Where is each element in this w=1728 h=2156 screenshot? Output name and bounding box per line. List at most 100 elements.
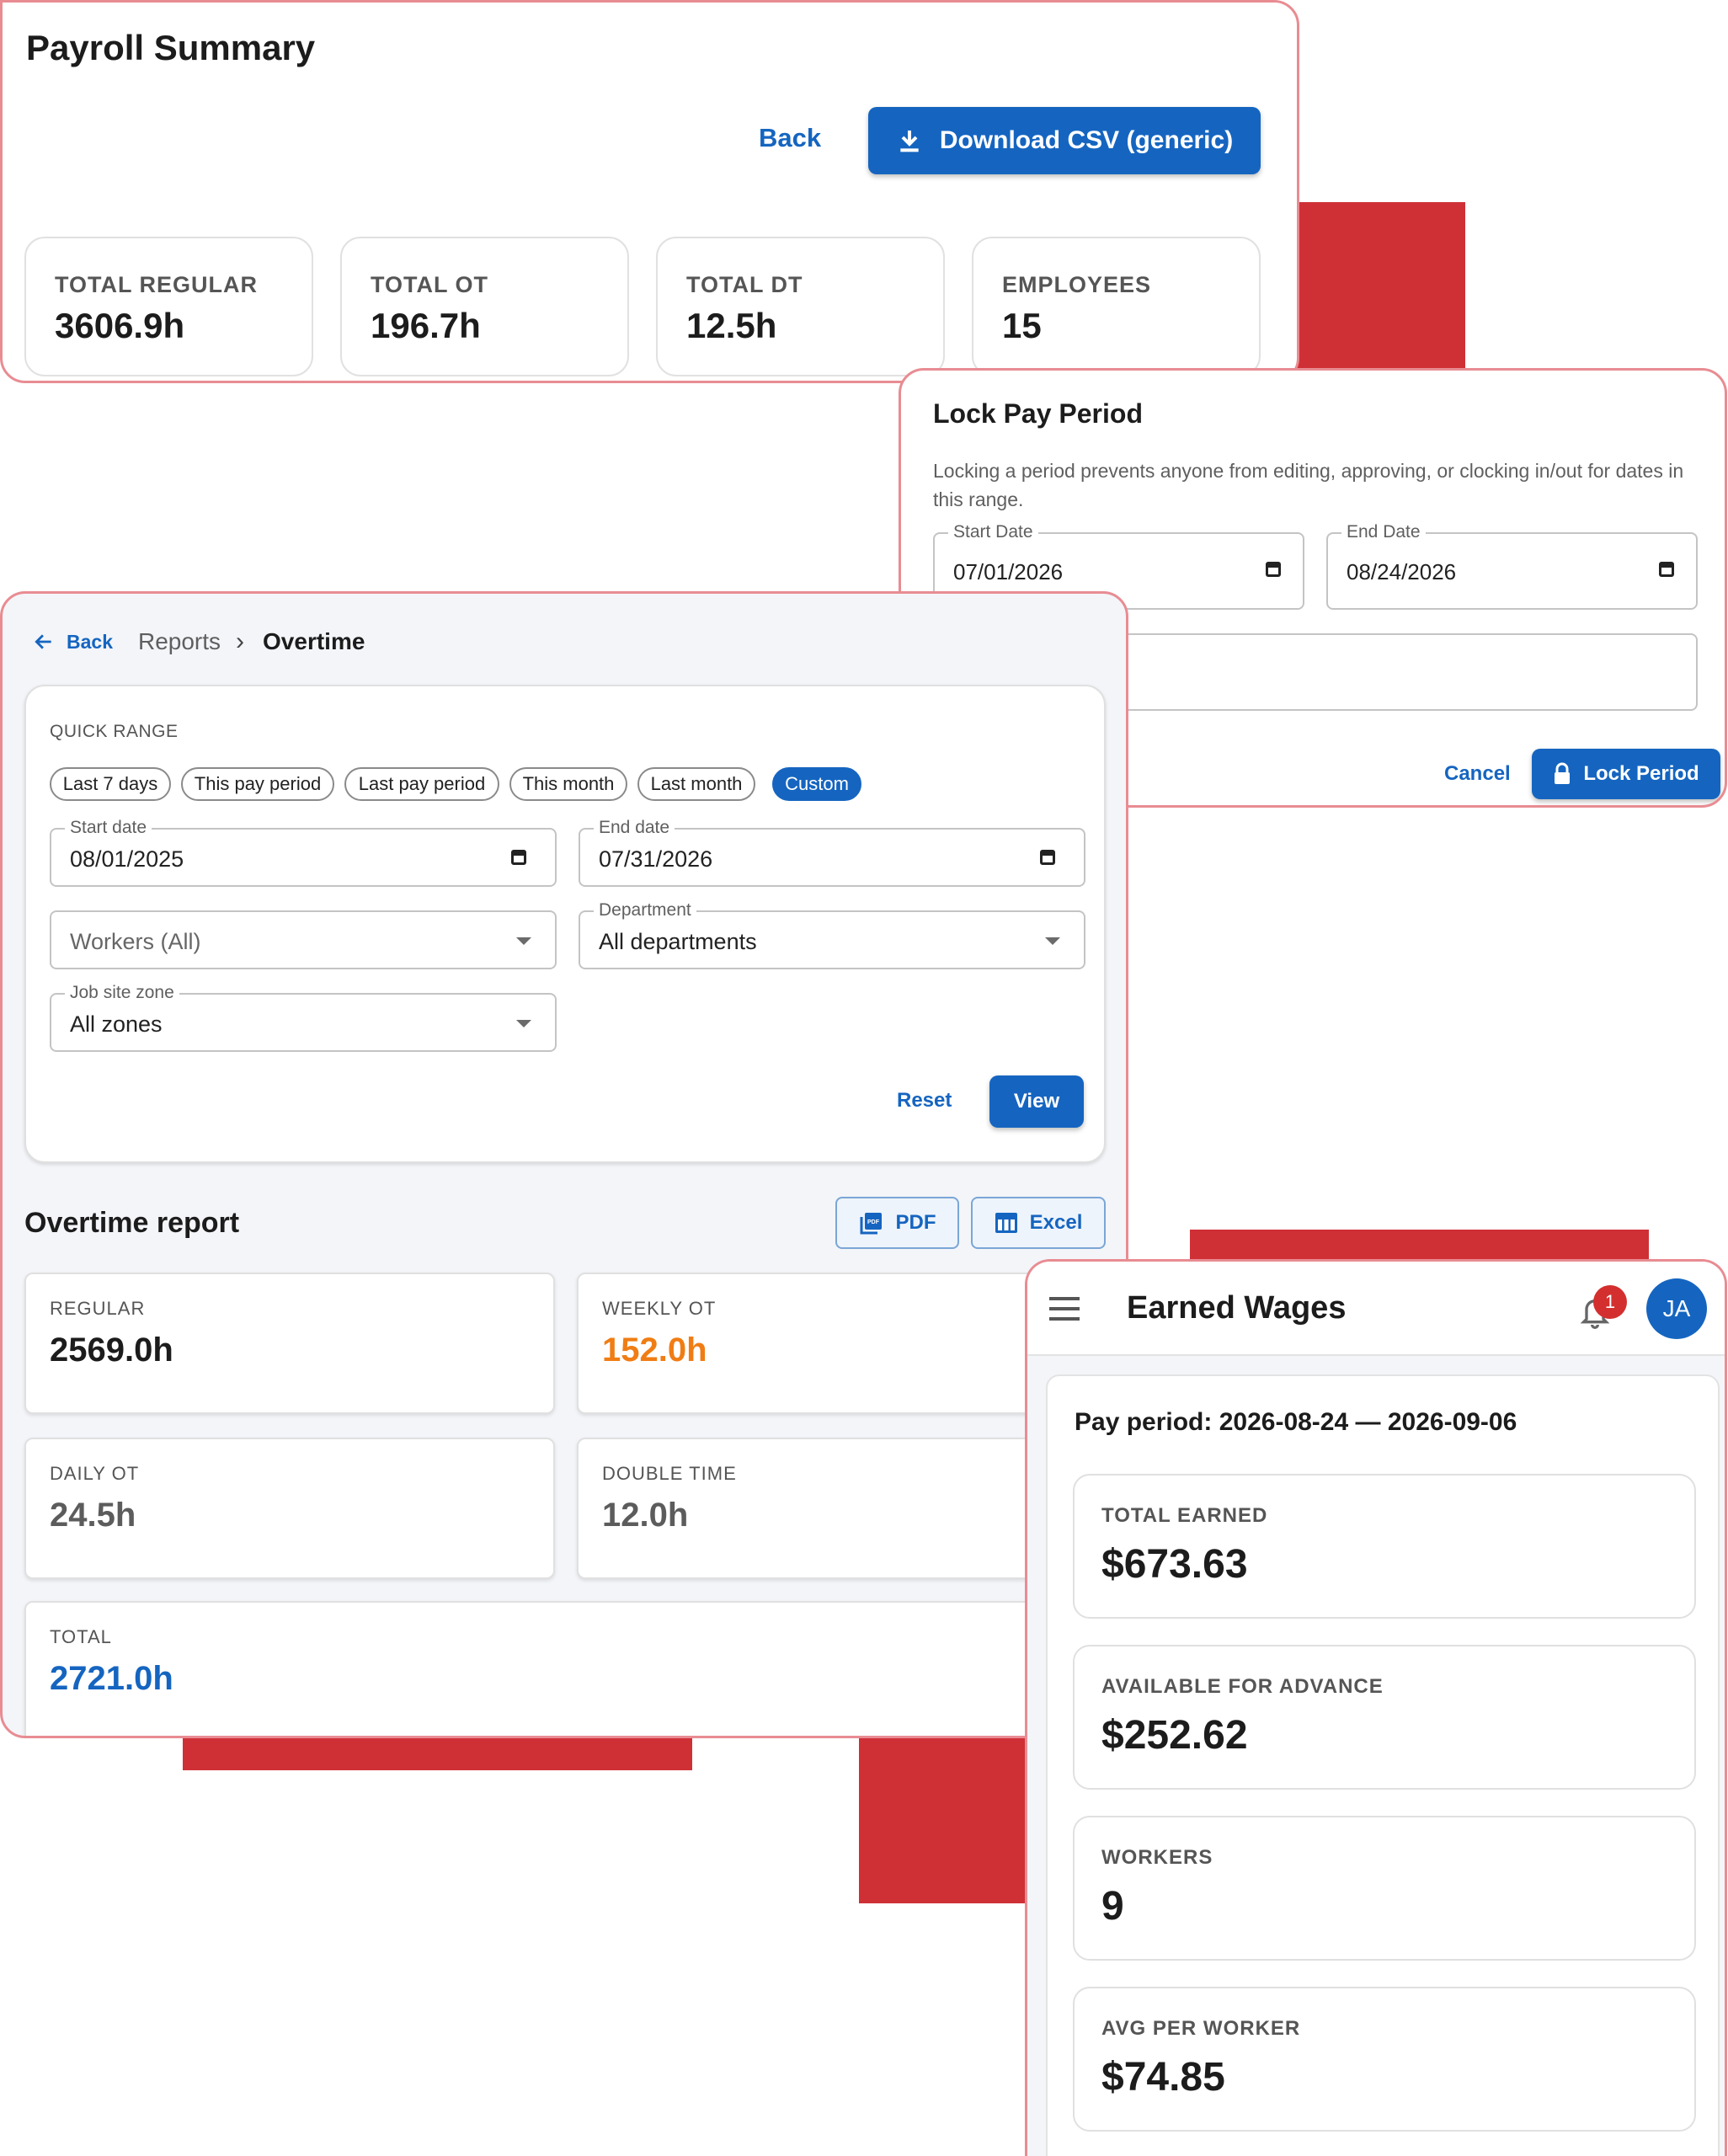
stat-label: DOUBLE TIME	[602, 1463, 737, 1484]
quick-range-label: QUICK RANGE	[50, 722, 179, 741]
stat-label: AVG PER WORKER	[1101, 2017, 1301, 2040]
view-button[interactable]: View	[989, 1075, 1084, 1128]
start-date-value: 07/01/2026	[953, 559, 1064, 584]
stat-card-total-earned: TOTAL EARNED $673.63	[1073, 1474, 1696, 1619]
overtime-report-panel: Back Reports › Overtime QUICK RANGE Last…	[0, 591, 1128, 1738]
workers-select[interactable]: Workers (All)	[50, 910, 557, 969]
avatar[interactable]: JA	[1646, 1278, 1707, 1339]
back-button[interactable]: Back	[759, 123, 821, 153]
lock-icon	[1555, 762, 1571, 784]
page-title: Payroll Summary	[26, 28, 316, 67]
stat-value: $673.63	[1101, 1542, 1248, 1587]
stat-label: TOTAL	[50, 1626, 112, 1647]
chip-custom[interactable]: Custom	[772, 767, 861, 801]
end-date-field[interactable]: End Date 08/24/2026	[1326, 522, 1698, 610]
chip-last-7-days[interactable]: Last 7 days	[50, 767, 171, 801]
dropdown-arrow-icon	[1045, 937, 1060, 945]
reset-button[interactable]: Reset	[897, 1089, 952, 1113]
end-date-value: 08/24/2026	[1347, 559, 1457, 584]
stat-value: 12.0h	[602, 1497, 689, 1534]
svg-text:PDF: PDF	[867, 1219, 880, 1225]
department-value: All departments	[599, 929, 757, 954]
end-date-label: End Date	[1341, 522, 1426, 542]
stat-label: WORKERS	[1101, 1846, 1213, 1869]
pay-period-label: Pay period: 2026-08-24 — 2026-09-06	[1075, 1408, 1517, 1436]
download-csv-button[interactable]: Download CSV (generic)	[868, 107, 1261, 174]
stat-card-avg-per-worker: AVG PER WORKER $74.85	[1073, 1987, 1696, 2132]
pdf-label: PDF	[895, 1211, 936, 1234]
start-date-value: 08/01/2025	[70, 846, 184, 872]
back-button[interactable]: Back	[67, 631, 113, 654]
dialog-description: Locking a period prevents anyone from ed…	[933, 460, 1684, 510]
stat-label: TOTAL OT	[371, 272, 488, 297]
end-date-field[interactable]: End date 07/31/2026	[579, 818, 1085, 887]
zone-select[interactable]: Job site zone All zones	[50, 983, 557, 1052]
chip-last-pay-period[interactable]: Last pay period	[344, 767, 499, 801]
calendar-icon[interactable]	[1266, 562, 1281, 577]
stat-label: EMPLOYEES	[1002, 272, 1152, 297]
pdf-icon: PDF	[860, 1213, 882, 1235]
stat-card-available-advance: AVAILABLE FOR ADVANCE $252.62	[1073, 1645, 1696, 1790]
stat-card-total-dt: TOTAL DT 12.5h	[656, 237, 945, 376]
arrow-left-icon[interactable]	[33, 631, 55, 653]
filter-card: QUICK RANGE Last 7 days This pay period …	[24, 685, 1106, 1163]
notification-badge: 1	[1593, 1285, 1627, 1319]
stat-value: $252.62	[1101, 1713, 1248, 1758]
stat-value: 9	[1101, 1884, 1124, 1929]
stat-label: TOTAL REGULAR	[55, 272, 258, 297]
calendar-icon[interactable]	[511, 850, 526, 865]
notifications-button[interactable]: 1	[1575, 1285, 1627, 1329]
download-csv-label: Download CSV (generic)	[939, 126, 1234, 154]
decor-block-top	[1276, 202, 1465, 379]
cancel-button[interactable]: Cancel	[1444, 762, 1511, 786]
department-label: Department	[594, 900, 696, 921]
stat-value: 3606.9h	[55, 306, 185, 345]
export-excel-button[interactable]: Excel	[971, 1197, 1106, 1249]
lock-period-button[interactable]: Lock Period	[1532, 749, 1720, 799]
stat-value: 12.5h	[686, 306, 777, 345]
stat-value: 2569.0h	[50, 1331, 173, 1369]
export-pdf-button[interactable]: PDF PDF	[835, 1197, 959, 1249]
stat-label: AVAILABLE FOR ADVANCE	[1101, 1675, 1384, 1698]
stat-label: DAILY OT	[50, 1463, 140, 1484]
stat-value: 152.0h	[602, 1331, 707, 1369]
payroll-summary-panel: Payroll Summary Back Download CSV (gener…	[0, 0, 1299, 383]
breadcrumb-reports[interactable]: Reports	[138, 628, 221, 655]
start-date-label: Start Date	[948, 522, 1038, 542]
chip-this-pay-period[interactable]: This pay period	[181, 767, 334, 801]
stat-card-employees: EMPLOYEES 15	[972, 237, 1261, 376]
breadcrumb-current: Overtime	[263, 628, 365, 654]
stat-value: 24.5h	[50, 1497, 136, 1534]
department-select[interactable]: Department All departments	[579, 900, 1085, 969]
end-date-value: 07/31/2026	[599, 846, 713, 872]
dialog-title: Lock Pay Period	[933, 398, 1143, 429]
stat-value: 2721.0h	[50, 1660, 173, 1697]
workers-placeholder: Workers (All)	[70, 929, 201, 954]
stat-card-regular: REGULAR 2569.0h	[24, 1273, 555, 1414]
stat-label: WEEKLY OT	[602, 1298, 717, 1319]
chevron-right-icon: ›	[236, 627, 245, 655]
end-date-label: End date	[594, 818, 675, 838]
chip-last-month[interactable]: Last month	[637, 767, 755, 801]
calendar-icon[interactable]	[1659, 562, 1674, 577]
excel-label: Excel	[1029, 1211, 1083, 1234]
stat-card-total: TOTAL 2721.0h	[24, 1601, 1107, 1736]
stat-label: TOTAL DT	[686, 272, 803, 297]
start-date-field[interactable]: Start date 08/01/2025	[50, 818, 557, 887]
download-icon	[900, 131, 919, 152]
chip-this-month[interactable]: This month	[509, 767, 627, 801]
dropdown-arrow-icon	[516, 937, 531, 945]
stat-card-daily-ot: DAILY OT 24.5h	[24, 1438, 555, 1579]
report-title: Overtime report	[24, 1207, 240, 1239]
stat-value: 15	[1002, 306, 1042, 345]
earned-wages-panel: Earned Wages 1 JA Pay period: 2026-08-24…	[1025, 1259, 1727, 2156]
dropdown-arrow-icon	[516, 1020, 531, 1027]
content-card: Pay period: 2026-08-24 — 2026-09-06 TOTA…	[1046, 1374, 1720, 2156]
content-area: Pay period: 2026-08-24 — 2026-09-06 TOTA…	[1027, 1356, 1725, 2156]
app-bar: Earned Wages 1 JA	[1027, 1262, 1725, 1356]
start-date-label: Start date	[65, 818, 152, 838]
menu-icon[interactable]	[1049, 1297, 1080, 1321]
lock-period-label: Lock Period	[1583, 762, 1699, 785]
stat-card-workers: WORKERS 9	[1073, 1816, 1696, 1961]
calendar-icon[interactable]	[1040, 850, 1055, 865]
